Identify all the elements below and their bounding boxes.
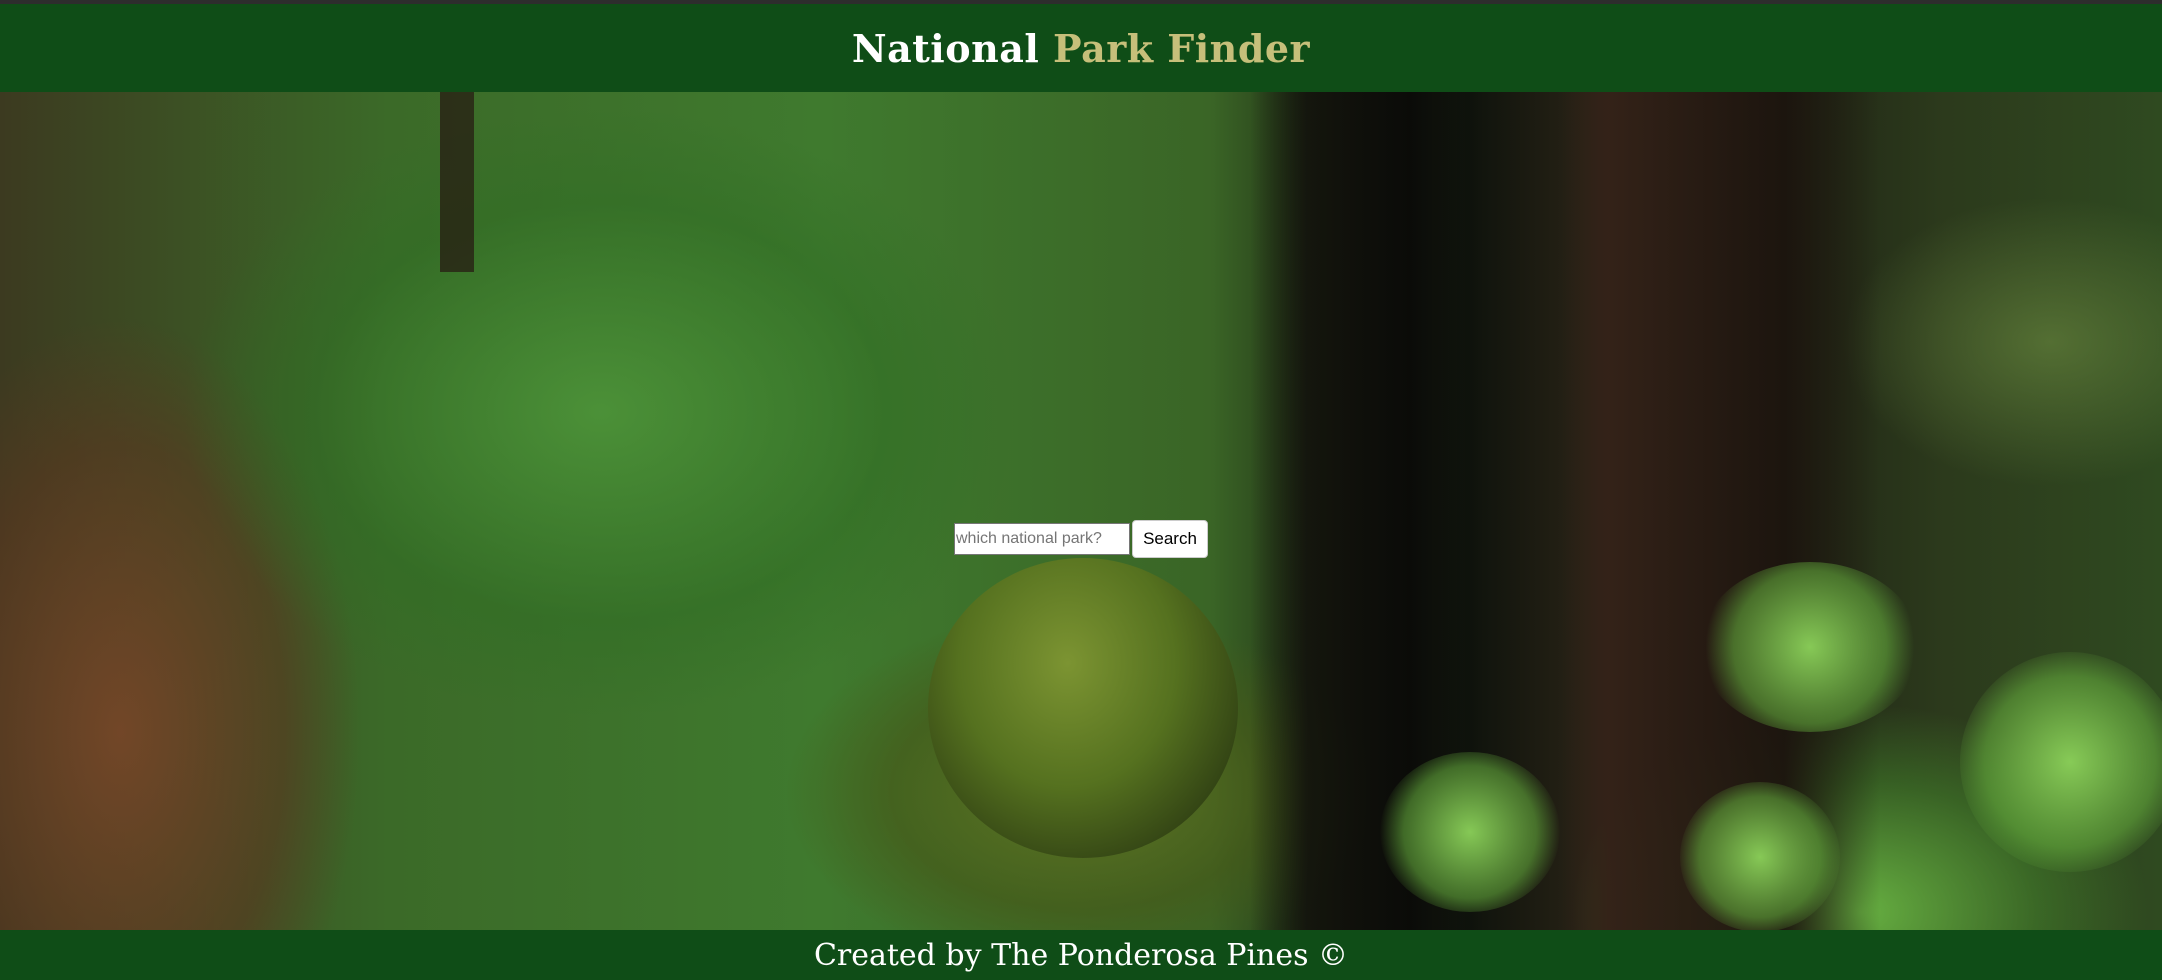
maple-leaves [1700, 562, 1920, 732]
title-park-finder: Park Finder [1053, 25, 1311, 71]
maple-leaves [1380, 752, 1560, 912]
park-search-input[interactable] [954, 523, 1130, 555]
search-button[interactable]: Search [1132, 520, 1208, 558]
site-header: National Park Finder [0, 4, 2162, 92]
maple-leaves [1960, 652, 2162, 872]
maple-leaves [1680, 782, 1840, 930]
mossy-boulder [928, 558, 1238, 858]
search-form: Search [954, 520, 1208, 558]
background-trunk-small [440, 92, 474, 272]
site-footer: Created by The Ponderosa Pines © [0, 930, 2162, 980]
forest-hero-background [0, 92, 2162, 930]
footer-credit: Created by The Ponderosa Pines © [813, 937, 1349, 973]
page-title: National Park Finder [852, 26, 1310, 71]
title-national: National [851, 25, 1040, 71]
